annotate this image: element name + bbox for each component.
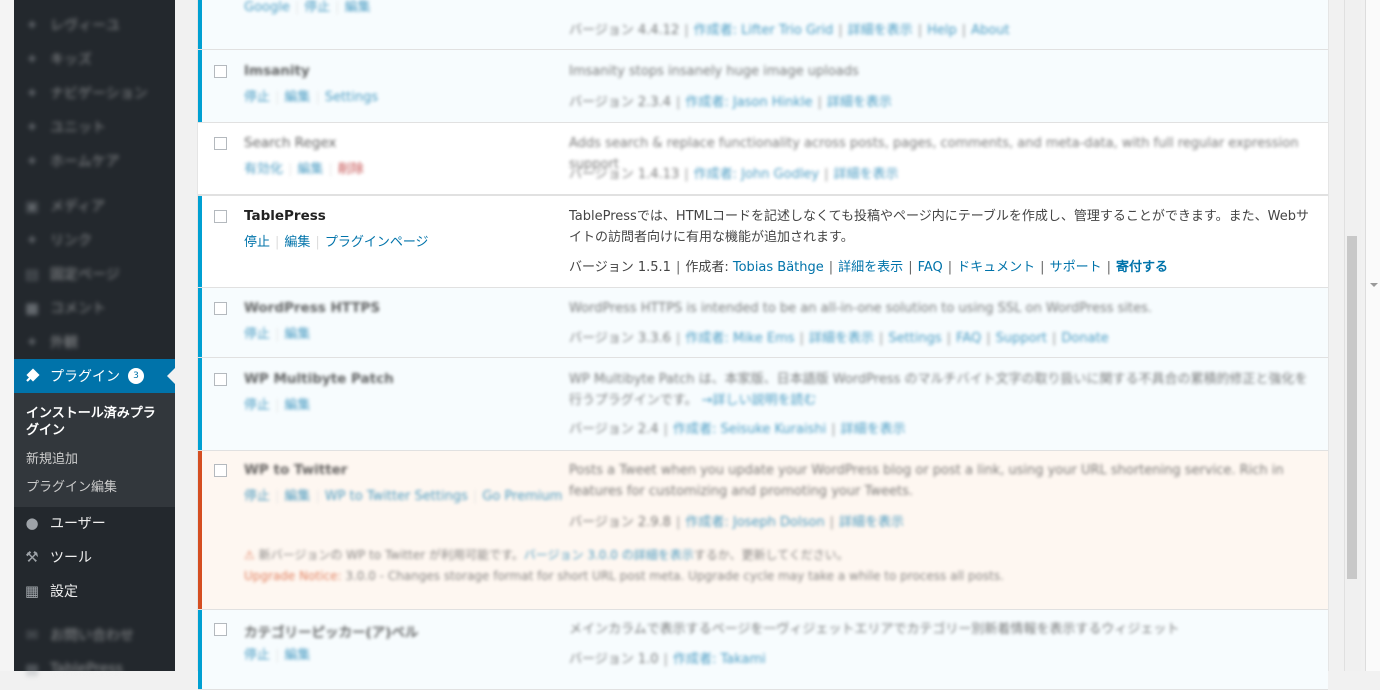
- sidebar-item-links[interactable]: ✦ リンク: [14, 223, 175, 257]
- upgrade-notice: Upgrade Notice: 3.0.0 - Changes storage …: [244, 569, 1004, 583]
- plugin-checkbox[interactable]: [214, 65, 227, 78]
- submenu-plugin-editor[interactable]: プラグイン編集: [26, 476, 117, 495]
- sidebar-item-comments[interactable]: ■ コメント: [14, 291, 175, 325]
- author-link[interactable]: Tobias Bäthge: [733, 260, 824, 275]
- plugin-row: Google | 停止 | 編集 バージョン 4.4.12 | 作成者: Lifter Tr…: [198, 0, 1328, 50]
- plugin-checkbox[interactable]: [214, 373, 227, 386]
- faq-link[interactable]: FAQ: [918, 260, 943, 275]
- sidebar-item-media[interactable]: ▣ メディア: [14, 189, 175, 223]
- plugins-table: Google | 停止 | 編集 バージョン 4.4.12 | 作成者: Lifter Tr…: [197, 0, 1329, 690]
- plugin-meta: バージョン 1.5.1 | 作成者: Tobias Bäthge | 詳細を表示 | FAQ…: [569, 260, 1168, 275]
- admin-sidebar: ✦ レヴィーユ ✦ キッズ ✦ ナビゲーション ✦ ユニット ✦ ホームケア ▣ メディア …: [14, 0, 178, 678]
- update-notice: ⚠ 新バージョンの WP to Twitter が利用可能です。バージョン 3.…: [244, 548, 849, 562]
- submenu-installed-plugins[interactable]: インストール済みプラグイン: [26, 405, 166, 439]
- plugins-content: Google | 停止 | 編集 バージョン 4.4.12 | 作成者: Lifter Tr…: [175, 0, 1380, 690]
- sidebar-item-3[interactable]: ✦ ナビゲーション: [14, 76, 175, 110]
- mail-icon: ✉: [25, 626, 39, 644]
- details-link[interactable]: 詳細を表示: [838, 260, 903, 275]
- pin-icon: ✦: [25, 152, 39, 170]
- plugin-description: TablePressでは、HTMLコードを記述しなくても投稿やページ内にテーブル…: [569, 209, 1309, 245]
- plugin-row-category-widget: カテゴリーピッカー(ア)ベル 停止 | 編集 メインカラムで表示するページを一ヴィジ…: [198, 610, 1328, 690]
- settings-icon: ▦: [24, 582, 40, 600]
- link-icon: ✦: [25, 231, 39, 249]
- support-link[interactable]: サポート: [1050, 260, 1102, 275]
- sidebar-item-tools[interactable]: ⚒ ツール: [14, 540, 175, 574]
- plugin-checkbox[interactable]: [214, 302, 227, 315]
- plugin-name: TablePress: [244, 208, 326, 224]
- wrench-icon: ⚒: [25, 548, 39, 566]
- window-frame-right: [1365, 0, 1380, 671]
- pin-icon: ✦: [25, 50, 39, 68]
- sidebar-item-contact[interactable]: ✉ お問い合わせ: [14, 618, 175, 652]
- sidebar-item-plugins[interactable]: プラグイン 3: [14, 359, 175, 393]
- sidebar-item-5[interactable]: ✦ ホームケア: [14, 144, 175, 178]
- sidebar-item-2[interactable]: ✦ キッズ: [14, 42, 175, 76]
- plugin-row-tablepress: TablePress 停止 | 編集 | プラグインページ TablePressでは、H…: [198, 195, 1328, 288]
- sidebar-item-appearance[interactable]: ✦ 外観: [14, 325, 175, 359]
- plugin-icon: [14, 368, 50, 384]
- warning-icon: ⚠: [244, 548, 255, 562]
- plugin-checkbox[interactable]: [214, 210, 227, 223]
- sidebar-item-pages[interactable]: ▤ 固定ページ: [14, 257, 175, 291]
- update-count-badge: 3: [128, 368, 144, 384]
- sidebar-item-settings[interactable]: ▦ 設定: [14, 574, 175, 608]
- plugin-row-search-regex: Search Regex 有効化 | 編集 | 削除 Adds search & rep…: [198, 123, 1328, 195]
- plugin-page-link[interactable]: プラグインページ: [325, 235, 429, 250]
- docs-link[interactable]: ドキュメント: [957, 260, 1035, 275]
- deactivate-link[interactable]: 停止: [244, 235, 270, 250]
- plugin-row-wordpress-https: WordPress HTTPS 停止 | 編集 WordPress HTTPS is…: [198, 288, 1328, 358]
- scroll-arrow-icon[interactable]: [1370, 283, 1378, 291]
- plugins-submenu: インストール済みプラグイン 新規追加 プラグイン編集: [14, 393, 175, 507]
- user-icon: ●: [25, 514, 39, 532]
- pin-icon: ✦: [25, 118, 39, 136]
- comment-icon: ■: [24, 299, 40, 317]
- plugin-row-imsanity: Imsanity 停止 | 編集 | Settings Imsanity stops i…: [198, 50, 1328, 123]
- window-frame-left: [0, 0, 15, 671]
- sidebar-item-1[interactable]: ✦ レヴィーユ: [14, 8, 175, 42]
- pin-icon: ✦: [25, 16, 39, 34]
- plugin-checkbox[interactable]: [214, 623, 227, 636]
- edit-link[interactable]: 編集: [284, 235, 310, 250]
- pin-icon: ✦: [25, 84, 39, 102]
- page-icon: ▤: [24, 265, 40, 283]
- submenu-add-new[interactable]: 新規追加: [26, 448, 78, 467]
- table-icon: ▦: [24, 660, 40, 678]
- scrollbar-thumb[interactable]: [1347, 236, 1357, 579]
- appearance-icon: ✦: [25, 333, 39, 351]
- plugin-row-wp-multibyte-patch: WP Multibyte Patch 停止 | 編集 WP Multibyte Pa…: [198, 358, 1328, 451]
- sidebar-item-tablepress[interactable]: ▦ TablePress: [14, 652, 175, 686]
- plugin-row-wp-to-twitter: WP to Twitter 停止 | 編集 | WP to Twitter Settin…: [198, 451, 1328, 610]
- sidebar-item-4[interactable]: ✦ ユニット: [14, 110, 175, 144]
- media-icon: ▣: [24, 197, 40, 215]
- plugin-checkbox[interactable]: [214, 464, 227, 477]
- donate-link[interactable]: 寄付する: [1116, 260, 1168, 275]
- plugin-checkbox[interactable]: [214, 137, 227, 150]
- sidebar-item-users[interactable]: ● ユーザー: [14, 506, 175, 540]
